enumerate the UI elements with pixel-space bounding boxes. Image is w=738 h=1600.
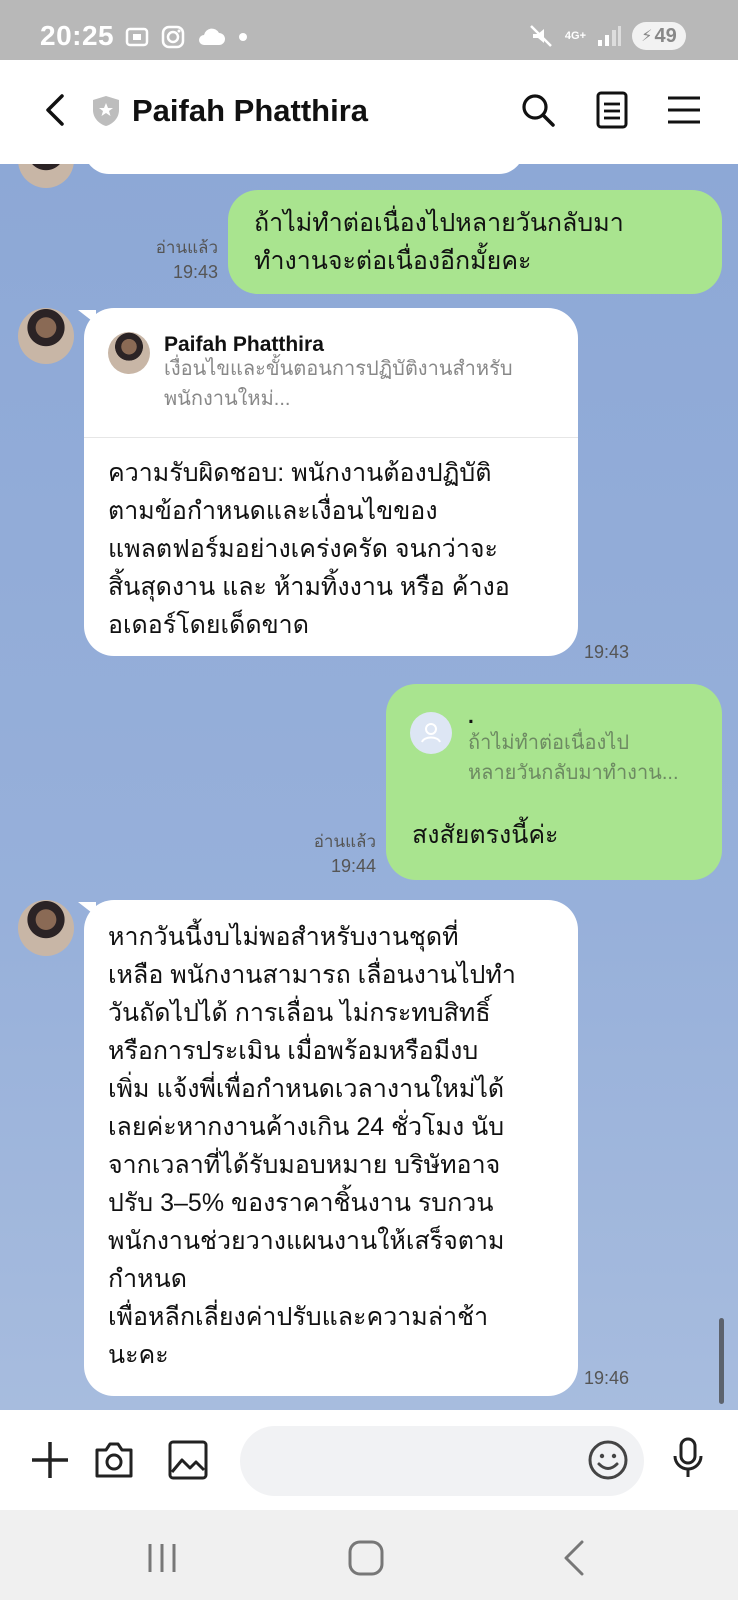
message-line: เลยค่ะหากงานค้างเกิน 24 ชั่วโมง นับ (108, 1113, 505, 1141)
message-input[interactable] (240, 1426, 644, 1496)
message-line: ตามข้อกำหนดและเงื่อนไขของ (108, 497, 438, 525)
image-icon[interactable] (166, 1438, 210, 1482)
network-label: 4G+ (564, 29, 586, 42)
quote-text: ถ้าไม่ทำต่อเนื่องไป (468, 732, 630, 754)
message-line: เพิ่ม แจ้งพี่เพื่อกำหนดเวลางานใหม่ได้ (108, 1075, 505, 1103)
read-status: อ่านแล้ว (155, 238, 218, 257)
camera-icon[interactable] (92, 1438, 136, 1482)
quote-text: พนักงานใหม่... (164, 388, 291, 410)
message-line: ปรับ 3–5% ของราคาชิ้นงาน รบกวน (108, 1189, 494, 1217)
message-line: จากเวลาที่ได้รับมอบหมาย บริษัทอาจ (108, 1151, 501, 1179)
message-text: สงสัยตรงนี้ค่ะ (412, 821, 559, 849)
message-line: อเดอร์โดยเด็ดขาด (108, 611, 309, 639)
message-line: สิ้นสุดงาน และ ห้ามทิ้งงาน หรือ ค้างอ (108, 573, 510, 601)
screenshot-icon (125, 27, 149, 47)
message-line: แพลตฟอร์มอย่างเคร่งครัด จนกว่าจะ (108, 535, 498, 563)
incoming-message-bubble[interactable]: Paifah Phatthira เงื่อนไขและขั้นตอนการปฏ… (84, 308, 578, 656)
system-nav-bar (0, 1510, 738, 1600)
message-meta: อ่านแล้ว 19:44 (270, 830, 376, 878)
quote-text: เงื่อนไขและขั้นตอนการปฏิบัติงานสำหรับ (164, 358, 513, 380)
message-input-bar (0, 1410, 738, 1510)
message-line: หรือการประเมิน เมื่อพร้อมหรือมีงบ (108, 1037, 479, 1065)
sender-avatar[interactable] (18, 900, 74, 956)
message-text: ถ้าไม่ทำต่อเนื่องไปหลายวันกลับมา (254, 209, 624, 237)
shield-icon (93, 96, 119, 126)
message-time: 19:43 (172, 262, 218, 282)
back-nav-icon[interactable] (556, 1540, 596, 1576)
search-icon[interactable] (518, 90, 558, 130)
back-icon[interactable] (36, 90, 76, 130)
dot-icon (239, 33, 247, 41)
avatar[interactable] (18, 164, 74, 188)
message-line: หากวันนี้งบไม่พอสำหรับงานชุดที่ (108, 923, 459, 951)
recent-apps-icon[interactable] (142, 1540, 182, 1576)
message-time: 19:44 (330, 856, 376, 876)
message-line: เหลือ พนักงานสามารถ เลื่อนงานไปทำ (108, 961, 516, 989)
quote-text: หลายวันกลับมาทำงาน... (468, 762, 679, 784)
signal-icon (598, 26, 621, 46)
message-time: 19:43 (584, 642, 630, 662)
outgoing-message-bubble[interactable]: ถ้าไม่ทำต่อเนื่องไปหลายวันกลับมา ทำงานจะ… (228, 190, 722, 294)
message-text: ทำงานจะต่อเนื่องอีกมั้ยคะ (254, 247, 532, 275)
quote-avatar (410, 712, 452, 754)
scrollbar[interactable] (719, 1318, 724, 1404)
read-status: อ่านแล้ว (313, 832, 376, 851)
sender-avatar[interactable] (18, 308, 74, 364)
status-time: 20:25 (40, 20, 115, 51)
microphone-icon[interactable] (666, 1436, 710, 1480)
message-meta: อ่านแล้ว 19:43 (110, 236, 218, 284)
emoji-icon[interactable] (586, 1438, 630, 1482)
outgoing-message-bubble[interactable]: . ถ้าไม่ทำต่อเนื่องไป หลายวันกลับมาทำงาน… (386, 684, 722, 880)
partial-message-bubble[interactable] (84, 164, 524, 174)
message-body: ความรับผิดชอบ: พนักงานต้องปฏิบัติ ตามข้อ… (108, 454, 510, 644)
battery-indicator: ⚡ 49 (632, 22, 686, 50)
incoming-message-bubble[interactable]: หากวันนี้งบไม่พอสำหรับงานชุดที่ เหลือ พน… (84, 900, 578, 1396)
mute-icon (530, 25, 552, 47)
chat-header: Paifah Phatthira (0, 60, 738, 164)
cloud-icon (199, 28, 225, 45)
status-bar: 20:25 4G+ ⚡ 49 (0, 0, 738, 60)
message-line: วันถัดไปได้ การเลื่อน ไม่กระทบสิทธิ์ (108, 999, 491, 1027)
home-icon[interactable] (346, 1540, 386, 1576)
chat-title[interactable]: Paifah Phatthira (132, 93, 368, 129)
menu-icon[interactable] (664, 90, 704, 130)
message-line: กำหนด (108, 1265, 187, 1293)
notes-icon[interactable] (592, 90, 632, 130)
quote-avatar (108, 332, 150, 374)
plus-icon[interactable] (28, 1438, 72, 1482)
quoted-message[interactable]: . ถ้าไม่ทำต่อเนื่องไป หลายวันกลับมาทำงาน… (386, 684, 722, 792)
message-line: เพื่อหลีกเลี่ยงค่าปรับและความล่าช้า (108, 1303, 489, 1331)
chat-area[interactable]: อ่านแล้ว 19:43 ถ้าไม่ทำต่อเนื่องไปหลายวั… (0, 164, 738, 1410)
message-line: ความรับผิดชอบ: พนักงานต้องปฏิบัติ (108, 459, 492, 487)
quoted-message[interactable]: Paifah Phatthira เงื่อนไขและขั้นตอนการปฏ… (84, 308, 578, 438)
user-icon (421, 723, 441, 743)
message-time: 19:46 (584, 1368, 630, 1388)
message-line: พนักงานช่วยวางแผนงานให้เสร็จตาม (108, 1227, 505, 1255)
instagram-icon (161, 25, 185, 49)
charging-icon: ⚡ (641, 28, 653, 45)
message-line: นะคะ (108, 1341, 169, 1369)
